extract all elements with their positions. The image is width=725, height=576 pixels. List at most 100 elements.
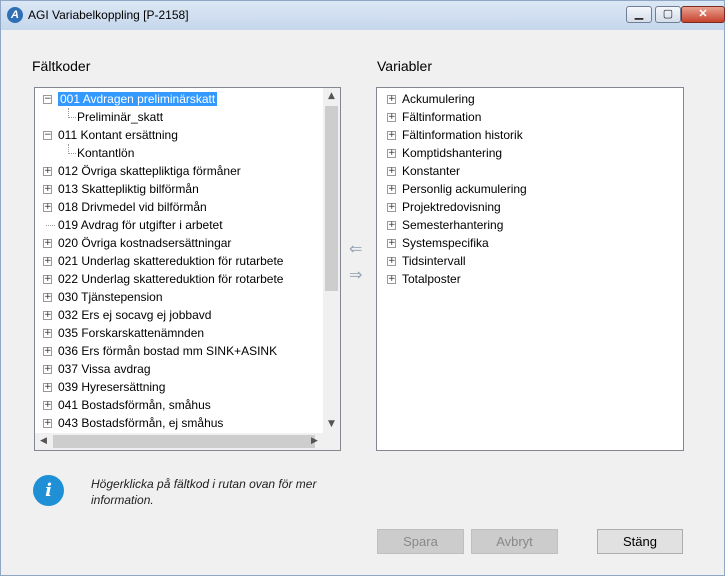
variable-group-item[interactable]: + Ackumulering bbox=[387, 90, 475, 108]
expand-icon[interactable]: + bbox=[387, 95, 396, 104]
expand-icon[interactable]: + bbox=[387, 239, 396, 248]
expand-icon[interactable]: + bbox=[43, 167, 52, 176]
variable-group-item[interactable]: + Semesterhantering bbox=[387, 216, 504, 234]
collapse-icon[interactable]: − bbox=[43, 131, 52, 140]
variable-group-item[interactable]: + Totalposter bbox=[387, 270, 461, 288]
expand-icon[interactable]: + bbox=[387, 275, 396, 284]
variable-group-item[interactable]: + Tidsintervall bbox=[387, 252, 466, 270]
tree-item[interactable]: +021 Underlag skattereduktion för rutarb… bbox=[43, 252, 284, 270]
collapse-icon[interactable]: − bbox=[43, 95, 52, 104]
tree-item[interactable]: +032 Ers ej socavg ej jobbavd bbox=[43, 306, 212, 324]
tree-item-label: Kontantlön bbox=[77, 146, 135, 160]
tree-item-label: 037 Vissa avdrag bbox=[58, 362, 151, 376]
app-icon: A bbox=[7, 7, 23, 23]
expand-icon[interactable]: + bbox=[43, 347, 52, 356]
expand-icon[interactable]: + bbox=[43, 275, 52, 284]
expand-icon[interactable]: + bbox=[43, 401, 52, 410]
close-button[interactable]: Stäng bbox=[597, 529, 683, 554]
expand-icon[interactable]: + bbox=[387, 113, 396, 122]
expand-icon[interactable]: + bbox=[43, 257, 52, 266]
tree-item[interactable]: +013 Skattepliktig bilförmån bbox=[43, 180, 199, 198]
variabler-label: Variabler bbox=[377, 58, 432, 74]
variable-group-label: Personlig ackumulering bbox=[402, 182, 527, 196]
tree-item[interactable]: +043 Bostadsförmån, ej småhus bbox=[43, 414, 223, 432]
expand-icon[interactable]: + bbox=[387, 257, 396, 266]
variabler-tree[interactable]: + Ackumulering + Fältinformation + Fältinform… bbox=[376, 87, 684, 451]
expand-icon[interactable]: + bbox=[43, 365, 52, 374]
tree-item[interactable]: +022 Underlag skattereduktion för rotarb… bbox=[43, 270, 284, 288]
variable-group-item[interactable]: + Personlig ackumulering bbox=[387, 180, 527, 198]
tree-item-label: 030 Tjänstepension bbox=[58, 290, 163, 304]
tree-item[interactable]: +018 Drivmedel vid bilförmån bbox=[43, 198, 207, 216]
expand-icon[interactable]: + bbox=[387, 185, 396, 194]
variable-group-item[interactable]: + Konstanter bbox=[387, 162, 460, 180]
minimize-button[interactable]: ▁ bbox=[626, 6, 652, 23]
tree-item[interactable]: 019 Avdrag för utgifter i arbetet bbox=[46, 216, 223, 234]
tree-item-label: 041 Bostadsförmån, småhus bbox=[58, 398, 211, 412]
close-window-button[interactable]: ✕ bbox=[681, 6, 725, 23]
expand-icon[interactable]: + bbox=[387, 131, 396, 140]
scroll-thumb[interactable] bbox=[325, 106, 338, 291]
variable-group-item[interactable]: + Fältinformation bbox=[387, 108, 482, 126]
tree-item-label: 022 Underlag skattereduktion för rotarbe… bbox=[58, 272, 284, 286]
variable-group-label: Projektredovisning bbox=[402, 200, 501, 214]
tree-child-item[interactable]: Kontantlön bbox=[68, 144, 135, 162]
scroll-up-icon[interactable]: ▲ bbox=[323, 88, 340, 105]
tree-item-label: 021 Underlag skattereduktion för rutarbe… bbox=[58, 254, 284, 268]
tree-child-item[interactable]: Preliminär_skatt bbox=[68, 108, 164, 126]
expand-icon[interactable]: + bbox=[43, 383, 52, 392]
expand-icon[interactable]: + bbox=[43, 185, 52, 194]
variable-group-item[interactable]: + Fältinformation historik bbox=[387, 126, 523, 144]
tree-item-label: Preliminär_skatt bbox=[77, 110, 164, 124]
tree-item[interactable]: +020 Övriga kostnadsersättningar bbox=[43, 234, 232, 252]
faltkoder-tree[interactable]: −001 Avdragen preliminärskatt Preliminär_… bbox=[34, 87, 341, 451]
expand-icon[interactable]: + bbox=[43, 239, 52, 248]
expand-icon[interactable]: + bbox=[387, 221, 396, 230]
tree-connector bbox=[46, 225, 55, 226]
variable-group-label: Fältinformation historik bbox=[402, 128, 523, 142]
variable-group-label: Totalposter bbox=[402, 272, 461, 286]
scroll-down-icon[interactable]: ▼ bbox=[323, 416, 340, 433]
tree-item-label: 012 Övriga skattepliktiga förmåner bbox=[58, 164, 241, 178]
tree-item[interactable]: +035 Forskarskattenämnden bbox=[43, 324, 205, 342]
hscroll-thumb[interactable] bbox=[53, 435, 315, 448]
tree-item-label: 032 Ers ej socavg ej jobbavd bbox=[58, 308, 212, 322]
window-title: AGI Variabelkoppling [P-2158] bbox=[28, 8, 189, 22]
vertical-scrollbar[interactable]: ▲ ▼ bbox=[323, 88, 340, 450]
tree-item[interactable]: +012 Övriga skattepliktiga förmåner bbox=[43, 162, 241, 180]
tree-connector bbox=[68, 144, 76, 154]
scroll-left-icon[interactable]: ◀ bbox=[35, 433, 52, 450]
expand-icon[interactable]: + bbox=[387, 203, 396, 212]
expand-icon[interactable]: + bbox=[387, 167, 396, 176]
tree-item-label: 020 Övriga kostnadsersättningar bbox=[58, 236, 232, 250]
save-button[interactable]: Spara bbox=[377, 529, 464, 554]
tree-item[interactable]: −011 Kontant ersättning bbox=[43, 126, 178, 144]
tree-item[interactable]: +041 Bostadsförmån, småhus bbox=[43, 396, 211, 414]
move-left-arrow-icon[interactable]: ⇐ bbox=[349, 239, 362, 258]
tree-item[interactable]: +030 Tjänstepension bbox=[43, 288, 163, 306]
expand-icon[interactable]: + bbox=[43, 203, 52, 212]
horizontal-scrollbar[interactable]: ◀ ▶ bbox=[35, 433, 340, 450]
tree-item-label: 035 Forskarskattenämnden bbox=[58, 326, 205, 340]
move-right-arrow-icon[interactable]: ⇒ bbox=[349, 265, 362, 284]
variable-group-label: Fältinformation bbox=[402, 110, 482, 124]
scroll-right-icon[interactable]: ▶ bbox=[306, 433, 323, 450]
tree-item[interactable]: +036 Ers förmån bostad mm SINK+ASINK bbox=[43, 342, 277, 360]
tree-item[interactable]: +037 Vissa avdrag bbox=[43, 360, 151, 378]
tree-item[interactable]: −001 Avdragen preliminärskatt bbox=[43, 90, 218, 108]
tree-item[interactable]: +039 Hyresersättning bbox=[43, 378, 165, 396]
maximize-button[interactable]: ▢ bbox=[655, 6, 681, 23]
expand-icon[interactable]: + bbox=[43, 311, 52, 320]
expand-icon[interactable]: + bbox=[43, 329, 52, 338]
variable-group-item[interactable]: + Systemspecifika bbox=[387, 234, 489, 252]
tree-item-label: 013 Skattepliktig bilförmån bbox=[58, 182, 199, 196]
variable-group-item[interactable]: + Komptidshantering bbox=[387, 144, 502, 162]
expand-icon[interactable]: + bbox=[43, 419, 52, 428]
variable-group-label: Semesterhantering bbox=[402, 218, 504, 232]
cancel-button[interactable]: Avbryt bbox=[471, 529, 558, 554]
tree-connector bbox=[68, 108, 76, 118]
tree-item-label: 001 Avdragen preliminärskatt bbox=[58, 92, 218, 106]
expand-icon[interactable]: + bbox=[43, 293, 52, 302]
expand-icon[interactable]: + bbox=[387, 149, 396, 158]
variable-group-item[interactable]: + Projektredovisning bbox=[387, 198, 501, 216]
